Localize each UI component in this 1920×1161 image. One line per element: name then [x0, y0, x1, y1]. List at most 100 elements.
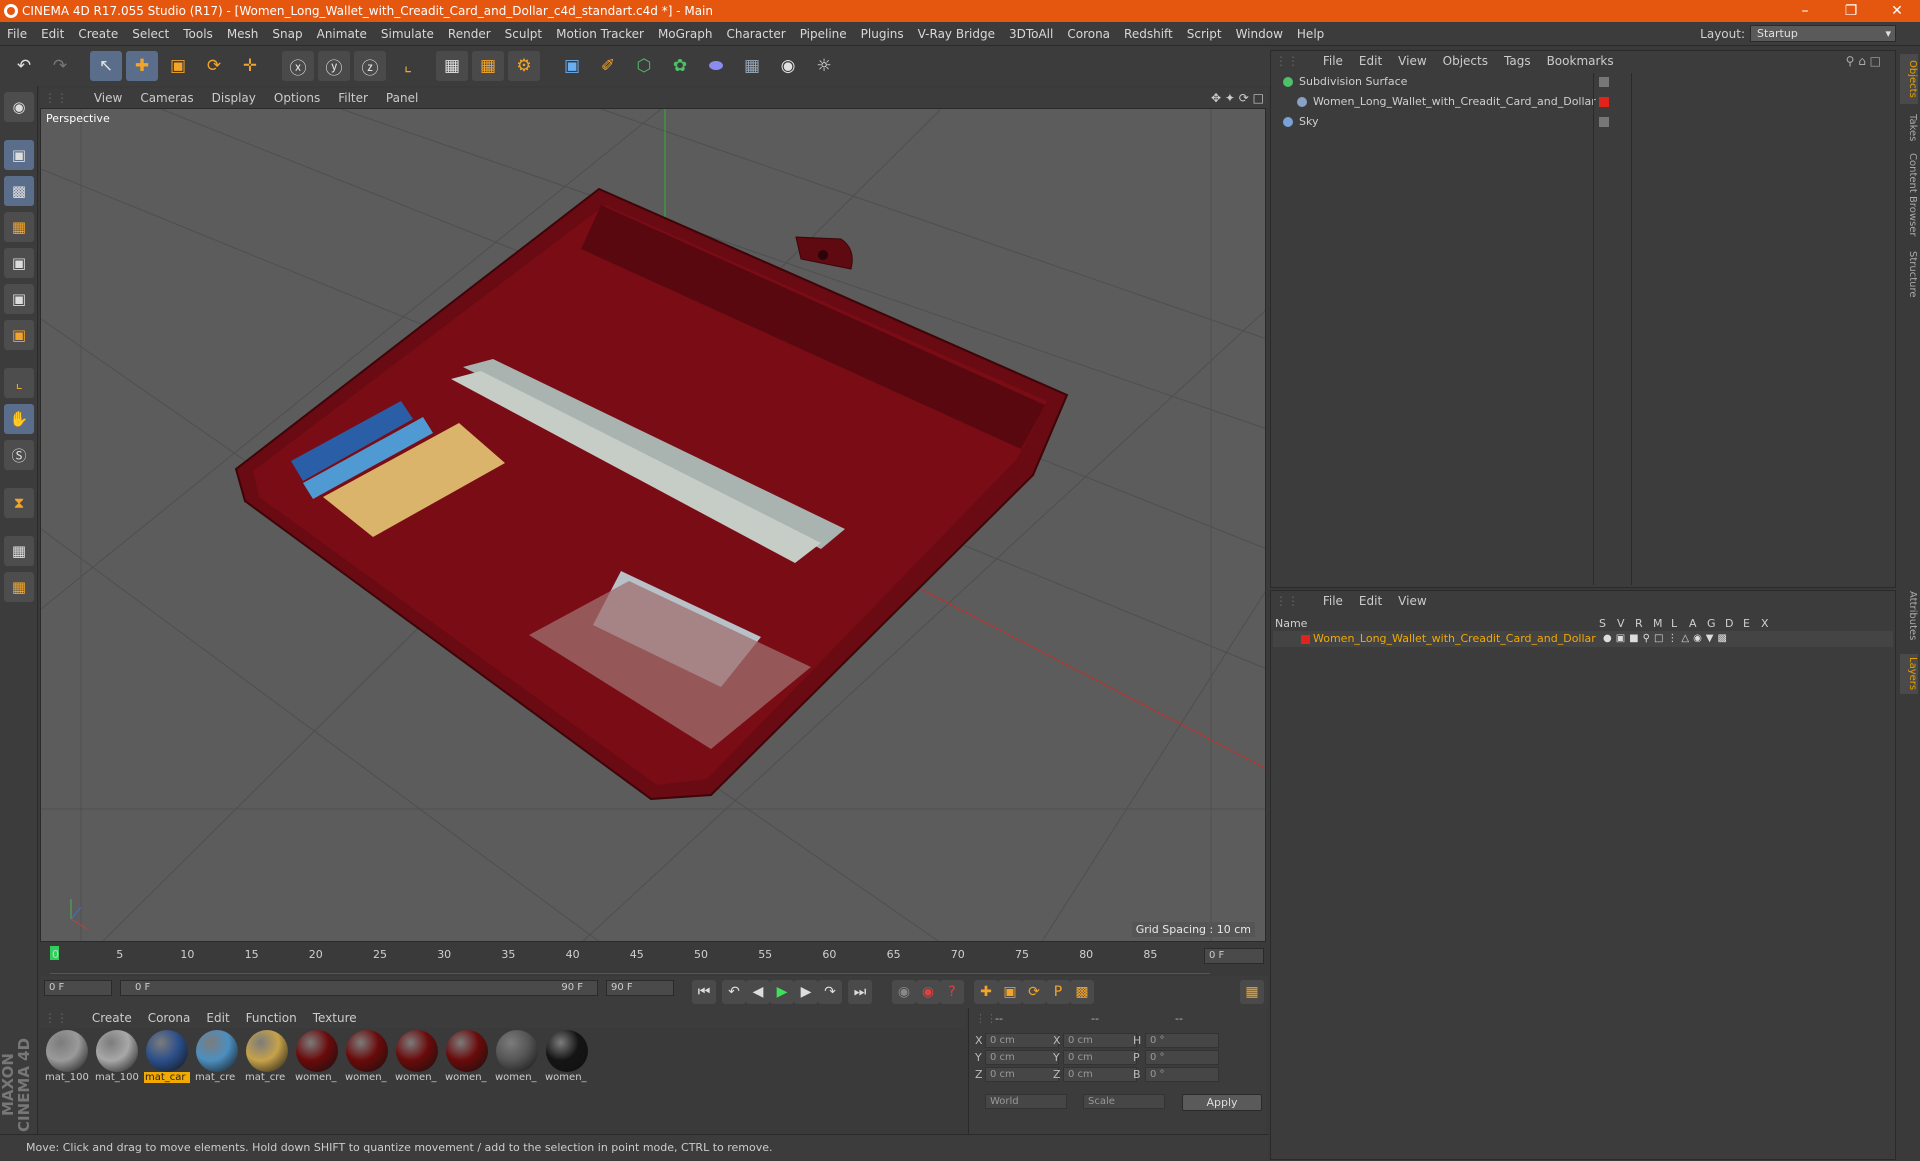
tab-takes[interactable]: Takes	[1900, 110, 1918, 146]
keyframe-selection-icon[interactable]: ?	[940, 980, 964, 1004]
material-swatch[interactable]: mat_car	[144, 1030, 190, 1090]
rotate-tool-icon[interactable]: ⟳	[198, 51, 230, 81]
goto-start-icon[interactable]: ⏮	[692, 980, 716, 1004]
previous-key-icon[interactable]: ↶	[722, 980, 746, 1004]
material-swatch[interactable]: mat_cre	[244, 1030, 290, 1090]
menu-item-script[interactable]: Script	[1180, 22, 1229, 46]
grid-lock-icon[interactable]: ▦	[4, 536, 34, 566]
y-axis-lock-icon[interactable]: ⓨ	[318, 51, 350, 81]
tab-objects[interactable]: Objects	[1900, 54, 1918, 104]
coord-value-field[interactable]: 0 °	[1145, 1050, 1219, 1065]
menu-item-window[interactable]: Window	[1229, 22, 1290, 46]
spline-pen-icon[interactable]: ✐	[592, 51, 624, 81]
material-menu-function[interactable]: Function	[238, 1008, 305, 1028]
key-parameter-icon[interactable]: P	[1046, 980, 1070, 1004]
key-rotation-icon[interactable]: ⟳	[1022, 980, 1046, 1004]
restore-button[interactable]: ❐	[1828, 0, 1874, 22]
object-menu-edit[interactable]: Edit	[1351, 51, 1390, 71]
object-name[interactable]: Subdivision Surface	[1299, 73, 1407, 91]
scale-tool-icon[interactable]: ▣	[162, 51, 194, 81]
perspective-viewport[interactable]: Perspective Grid Spacing : 10 cm	[40, 108, 1266, 942]
workplane-icon[interactable]: ▦	[4, 212, 34, 242]
material-swatch[interactable]: women_	[294, 1030, 340, 1090]
redo-icon[interactable]: ↷	[44, 51, 76, 81]
viewport-menu-cameras[interactable]: Cameras	[131, 88, 202, 108]
grid-snap-icon[interactable]: ▦	[4, 572, 34, 602]
viewport-menu-filter[interactable]: Filter	[329, 88, 377, 108]
viewport-nav-icons[interactable]: ✥ ✦ ⟳ □	[1211, 88, 1264, 108]
layer-name[interactable]: Women_Long_Wallet_with_Creadit_Card_and_…	[1313, 631, 1596, 647]
tab-attributes[interactable]: Attributes	[1900, 586, 1918, 646]
texture-mode-icon[interactable]: ▩	[4, 176, 34, 206]
menu-item-snap[interactable]: Snap	[265, 22, 309, 46]
search-home-icons[interactable]: ⚲ ⌂ □	[1838, 51, 1889, 71]
x-axis-lock-icon[interactable]: ⓧ	[282, 51, 314, 81]
menu-item-redshift[interactable]: Redshift	[1117, 22, 1180, 46]
close-button[interactable]: ✕	[1874, 0, 1920, 22]
object-row[interactable]: Women_Long_Wallet_with_Creadit_Card_and_…	[1273, 93, 1893, 111]
menu-item-v-ray-bridge[interactable]: V-Ray Bridge	[911, 22, 1002, 46]
transform-tool-icon[interactable]: ✛	[234, 51, 266, 81]
key-position-icon[interactable]: ✚	[974, 980, 998, 1004]
scale-mode-select[interactable]: Scale	[1083, 1094, 1165, 1109]
current-frame-field[interactable]: 0 F	[1204, 948, 1264, 964]
key-scale-icon[interactable]: ▣	[998, 980, 1022, 1004]
play-icon[interactable]: ▶	[770, 980, 794, 1004]
menu-item-edit[interactable]: Edit	[34, 22, 71, 46]
coord-value-field[interactable]: 0 cm	[985, 1050, 1059, 1065]
layer-tag-icon[interactable]	[1599, 117, 1609, 127]
menu-item-motion-tracker[interactable]: Motion Tracker	[549, 22, 651, 46]
subdivision-generator-icon[interactable]: ⬡	[628, 51, 660, 81]
next-key-icon[interactable]: ↷	[818, 980, 842, 1004]
preview-range-slider[interactable]: 0 F 90 F	[120, 980, 598, 996]
material-swatch[interactable]: women_	[444, 1030, 490, 1090]
viewport-menu-display[interactable]: Display	[203, 88, 265, 108]
menu-item-select[interactable]: Select	[125, 22, 176, 46]
end-frame-field[interactable]: 90 F	[606, 980, 674, 996]
tab-content-browser[interactable]: Content Browser	[1900, 152, 1918, 238]
camera-icon[interactable]: ◉	[772, 51, 804, 81]
menu-item-pipeline[interactable]: Pipeline	[793, 22, 854, 46]
layout-select[interactable]: Startup ▾	[1750, 25, 1896, 42]
menu-item-corona[interactable]: Corona	[1060, 22, 1117, 46]
object-menu-bookmarks[interactable]: Bookmarks	[1539, 51, 1622, 71]
material-swatch[interactable]: women_	[394, 1030, 440, 1090]
coordinate-space-select[interactable]: World	[985, 1094, 1067, 1109]
object-menu-tags[interactable]: Tags	[1496, 51, 1539, 71]
points-mode-icon[interactable]: ▣	[4, 248, 34, 278]
snap-magnet-icon[interactable]: ⧗	[4, 488, 34, 518]
coord-value-field[interactable]: 0 °	[1145, 1067, 1219, 1082]
menu-item-mograph[interactable]: MoGraph	[651, 22, 720, 46]
menu-item-file[interactable]: File	[0, 22, 34, 46]
menu-item-tools[interactable]: Tools	[176, 22, 220, 46]
cube-primitive-icon[interactable]: ▣	[556, 51, 588, 81]
coord-value-field[interactable]: 0 cm	[1063, 1033, 1137, 1048]
material-menu-create[interactable]: Create	[84, 1008, 140, 1028]
key-pla-icon[interactable]: ▩	[1070, 980, 1094, 1004]
material-swatch[interactable]: mat_cre	[194, 1030, 240, 1090]
coord-value-field[interactable]: 0 cm	[985, 1067, 1059, 1082]
render-picture-viewer-icon[interactable]: ▦	[472, 51, 504, 81]
menu-item-sculpt[interactable]: Sculpt	[498, 22, 549, 46]
goto-end-icon[interactable]: ⏭	[848, 980, 872, 1004]
apply-button[interactable]: Apply	[1182, 1094, 1262, 1111]
start-frame-field[interactable]: 0 F	[44, 980, 112, 996]
layer-color-swatch[interactable]	[1301, 635, 1310, 644]
material-swatch[interactable]: women_	[344, 1030, 390, 1090]
object-name[interactable]: Sky	[1299, 113, 1318, 131]
coord-value-field[interactable]: 0 cm	[985, 1033, 1059, 1048]
cloner-icon[interactable]: ✿	[664, 51, 696, 81]
material-swatch[interactable]: women_	[494, 1030, 540, 1090]
record-keys-icon[interactable]: ◉	[892, 980, 916, 1004]
material-swatch[interactable]: mat_100	[44, 1030, 90, 1090]
material-menu-texture[interactable]: Texture	[305, 1008, 365, 1028]
object-row[interactable]: Sky	[1273, 113, 1893, 131]
edges-mode-icon[interactable]: ▣	[4, 284, 34, 314]
menu-item-3dtoall[interactable]: 3DToAll	[1002, 22, 1060, 46]
menu-item-plugins[interactable]: Plugins	[854, 22, 911, 46]
move-tool-icon[interactable]: ✚	[126, 51, 158, 81]
object-menu-file[interactable]: File	[1315, 51, 1351, 71]
coord-value-field[interactable]: 0 °	[1145, 1033, 1219, 1048]
timeline-window-icon[interactable]: ▦	[1240, 980, 1264, 1004]
tab-layers[interactable]: Layers	[1900, 654, 1918, 694]
